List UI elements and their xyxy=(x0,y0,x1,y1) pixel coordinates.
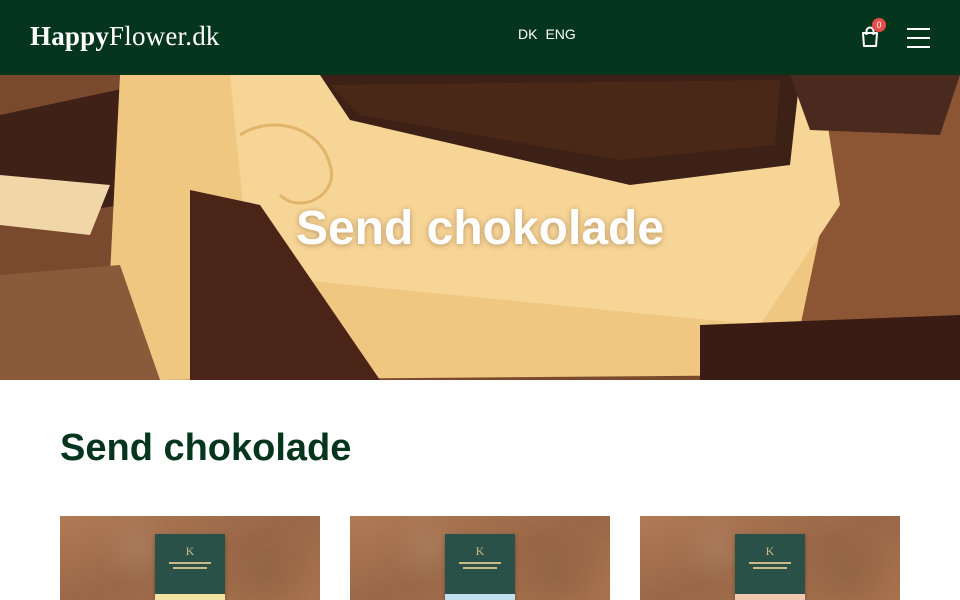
box-letter: K xyxy=(185,544,195,558)
logo-rest-text: Flower.dk xyxy=(109,21,220,51)
box-brand-marking xyxy=(735,562,805,576)
language-switcher: DK ENG xyxy=(518,26,576,42)
box-brand-marking xyxy=(155,562,225,576)
product-card[interactable]: K xyxy=(350,516,610,600)
box-stripe xyxy=(445,594,515,600)
lang-eng-link[interactable]: ENG xyxy=(545,26,575,42)
product-card[interactable]: K xyxy=(640,516,900,600)
product-image: K xyxy=(735,534,805,600)
logo-bold-text: Happy xyxy=(30,21,110,51)
product-image: K xyxy=(445,534,515,600)
box-stripe xyxy=(735,594,805,600)
product-card[interactable]: K xyxy=(60,516,320,600)
menu-button[interactable] xyxy=(907,27,931,49)
site-header: HappyFlower.dk DK ENG 0 xyxy=(0,0,960,75)
lang-dk-link[interactable]: DK xyxy=(518,26,537,42)
cart-button[interactable]: 0 xyxy=(860,18,886,48)
hero-title: Send chokolade xyxy=(295,202,665,255)
hero-banner: Send chokolade xyxy=(0,75,960,380)
product-image: K xyxy=(155,534,225,600)
site-logo[interactable]: HappyFlower.dk xyxy=(30,20,220,52)
box-brand-marking xyxy=(445,562,515,576)
box-stripe xyxy=(155,594,225,600)
cart-count-badge: 0 xyxy=(872,18,886,32)
box-letter: K xyxy=(765,544,775,558)
box-letter: K xyxy=(475,544,485,558)
page-title: Send chokolade xyxy=(60,427,352,469)
